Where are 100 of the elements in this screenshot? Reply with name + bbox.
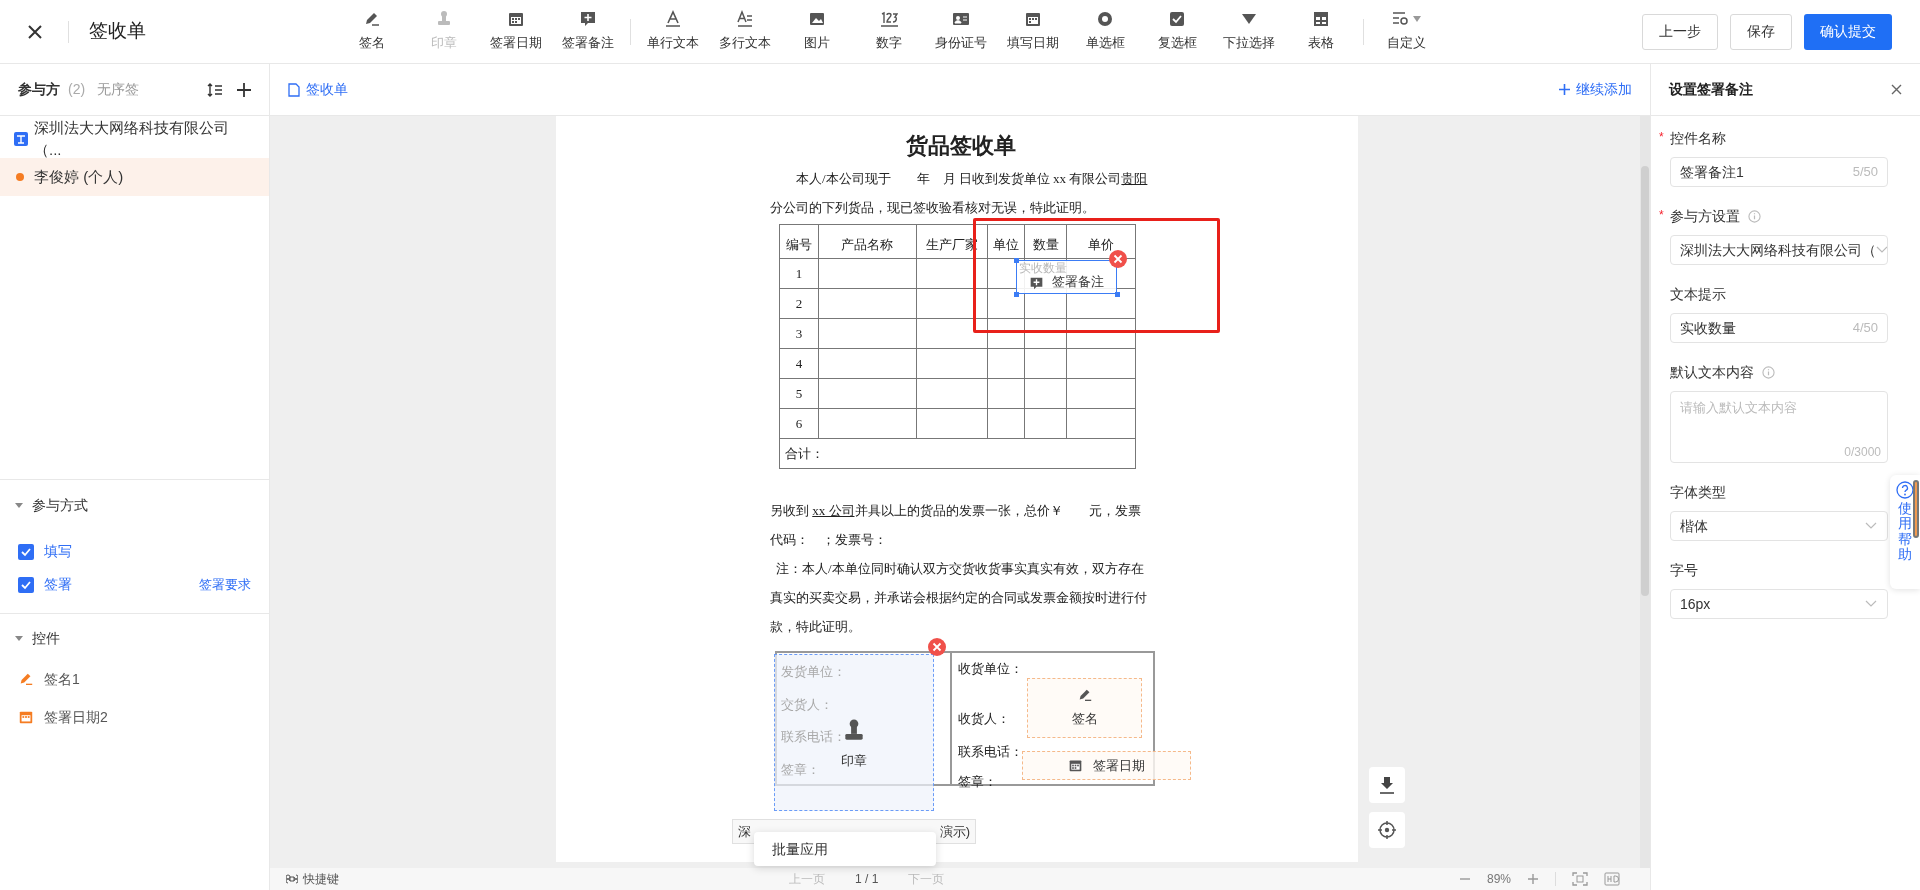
section-title[interactable]: 控件 bbox=[32, 627, 60, 649]
zoom-in-icon bbox=[1527, 873, 1539, 885]
field-label: 文本提示 bbox=[1670, 285, 1726, 304]
page-indicator: 1 / 1 bbox=[855, 871, 879, 888]
help-button[interactable]: 使用帮助 bbox=[1890, 475, 1920, 589]
toolbar-button[interactable]: 多行文本 bbox=[709, 3, 781, 60]
panel-title: 参与方 bbox=[18, 80, 60, 99]
tag-text: 深 bbox=[738, 822, 751, 841]
table-cell: 6 bbox=[779, 408, 819, 439]
text-icon bbox=[664, 10, 682, 29]
panel-title: 设置签署备注 bbox=[1669, 80, 1753, 99]
resize-handle[interactable] bbox=[1014, 258, 1019, 263]
document-title: 签收单 bbox=[89, 19, 146, 44]
resize-handle[interactable] bbox=[1014, 292, 1019, 297]
toolbar-button[interactable]: 单行文本 bbox=[637, 3, 709, 60]
required-mark: * bbox=[1659, 129, 1664, 146]
document-heading: 货品签收单 bbox=[905, 131, 1017, 160]
scrollbar-thumb[interactable] bbox=[1641, 166, 1649, 596]
table-header-cell: 产品名称 bbox=[818, 224, 917, 259]
toolbar-button[interactable]: 自定义 bbox=[1370, 3, 1442, 60]
toolbar-button[interactable]: 数字 bbox=[853, 3, 925, 60]
requirements-link[interactable]: 签署要求 bbox=[199, 574, 251, 595]
toolbar-button[interactable]: 填写日期 bbox=[997, 3, 1069, 60]
input-field[interactable]: 实收数量 4/50 bbox=[1670, 313, 1888, 343]
chevron-down-icon bbox=[1865, 600, 1877, 608]
paragraph: 本人/本公司现于 年 月 日收到发货单位 xx 有限公司贵阳 分公司的下列货品，现已签收验看核对无误，特此证明。 bbox=[770, 170, 1149, 217]
seal-field[interactable]: 发货单位： 交货人： 联系电话： 签章： 印章 bbox=[774, 654, 934, 811]
calendar-icon bbox=[507, 10, 525, 29]
submit-button[interactable]: 确认提交 bbox=[1804, 13, 1892, 50]
zoom-level: 89% bbox=[1486, 871, 1511, 888]
toolbar-button[interactable]: 下拉选择 bbox=[1213, 3, 1285, 60]
form-label: 签章： bbox=[958, 772, 997, 791]
form-label: 联系电话： bbox=[958, 743, 1023, 761]
placeholder-text: 实收数量 bbox=[1019, 261, 1067, 275]
table-cell: 1 bbox=[779, 258, 819, 289]
tab-label: 签收单 bbox=[306, 80, 348, 99]
toolbar-button[interactable]: 表格 bbox=[1285, 3, 1357, 60]
caret-down-icon bbox=[1413, 16, 1421, 23]
form-label: 收货人： bbox=[958, 709, 1010, 728]
shortcuts-button[interactable]: 快捷键 bbox=[286, 870, 339, 888]
add-button[interactable] bbox=[237, 82, 251, 97]
delete-icon[interactable] bbox=[1109, 250, 1127, 268]
control-item[interactable]: 签名1 bbox=[0, 660, 269, 698]
company-badge-icon bbox=[14, 132, 28, 146]
pen-icon bbox=[18, 671, 34, 687]
action-button[interactable]: 保存 bbox=[1730, 13, 1792, 50]
sign-order-label: 无序签 bbox=[97, 80, 140, 99]
action-button[interactable]: 上一步 bbox=[1642, 13, 1718, 50]
add-more-link[interactable]: 继续添加 bbox=[1559, 79, 1632, 100]
table-cell: 合计： bbox=[779, 438, 1136, 469]
calendar-icon bbox=[1024, 10, 1042, 29]
checkbox[interactable] bbox=[18, 576, 34, 593]
participant-item[interactable]: 李俊婷 (个人) bbox=[0, 158, 269, 196]
resize-handle[interactable] bbox=[1115, 292, 1120, 297]
form-label: 发货单位： bbox=[781, 663, 846, 681]
field-label: 字号 bbox=[1670, 561, 1698, 580]
table-header-cell: 编号 bbox=[779, 224, 819, 259]
document-icon bbox=[288, 82, 300, 97]
required-mark: * bbox=[1659, 207, 1664, 224]
toolbar-button[interactable]: 复选框 bbox=[1141, 3, 1213, 60]
form-label: 签章： bbox=[781, 760, 820, 779]
download-button[interactable] bbox=[1369, 767, 1405, 803]
checkbox[interactable] bbox=[18, 543, 34, 560]
batch-apply-menu-item[interactable]: 批量应用 bbox=[754, 832, 936, 866]
toolbar-button[interactable]: 签名 bbox=[336, 3, 408, 60]
scroll-indicator bbox=[1913, 480, 1919, 538]
fit-screen-icon bbox=[1572, 872, 1588, 886]
table-cell: 5 bbox=[779, 378, 819, 409]
option-label: 签署 bbox=[44, 575, 72, 594]
sort-button[interactable] bbox=[207, 82, 223, 97]
download-icon bbox=[1379, 776, 1395, 794]
participant-item[interactable]: 深圳法大大网络科技有限公司（... bbox=[0, 120, 269, 158]
toolbar-button[interactable]: 身份证号 bbox=[925, 3, 997, 60]
date-field[interactable]: 签署日期 bbox=[1022, 751, 1191, 780]
input-field[interactable]: 签署备注1 5/50 bbox=[1670, 157, 1888, 187]
calendar-icon bbox=[18, 709, 34, 725]
select-field[interactable]: 16px bbox=[1670, 589, 1888, 619]
close-button[interactable] bbox=[1891, 84, 1902, 95]
field-label: 默认文本内容 bbox=[1670, 363, 1754, 382]
signature-field[interactable]: 签名 bbox=[1027, 678, 1142, 738]
toolbar-button[interactable]: 图片 bbox=[781, 3, 853, 60]
table-icon bbox=[1312, 10, 1330, 29]
toolbar-button[interactable]: 单选框 bbox=[1069, 3, 1141, 60]
select-field[interactable]: 楷体 bbox=[1670, 511, 1888, 541]
paragraph: 另收到 xx 公司并具以上的货品的发票一张，总价￥ 元，发票代码： ；发票号： bbox=[770, 502, 1142, 549]
select-field[interactable]: 深圳法大大网络科技有限公司（ bbox=[1670, 235, 1888, 265]
delete-icon[interactable] bbox=[928, 638, 946, 656]
toolbar-button[interactable]: 签署备注 bbox=[552, 3, 624, 60]
field-label: 控件名称 bbox=[1670, 129, 1726, 148]
checkbox-icon bbox=[1168, 10, 1186, 29]
section-title[interactable]: 参与方式 bbox=[32, 494, 88, 516]
locate-button[interactable] bbox=[1369, 812, 1405, 848]
note-plus-icon bbox=[579, 10, 597, 29]
control-item[interactable]: 签署日期2 bbox=[0, 698, 269, 736]
help-icon bbox=[1896, 481, 1914, 499]
crosshair-icon bbox=[1377, 820, 1397, 840]
remark-field[interactable]: 签署备注 实收数量 bbox=[1016, 260, 1117, 294]
toolbar-button[interactable]: 签署日期 bbox=[480, 3, 552, 60]
paragraph: 注：本人/本单位同时确认双方交货收货事实真实有效，双方存在真实的买卖交易，并承诺会根据约定的合同或发票金额按时进行付款，特此证明。 bbox=[770, 560, 1148, 636]
multiline-text-icon bbox=[736, 10, 754, 29]
